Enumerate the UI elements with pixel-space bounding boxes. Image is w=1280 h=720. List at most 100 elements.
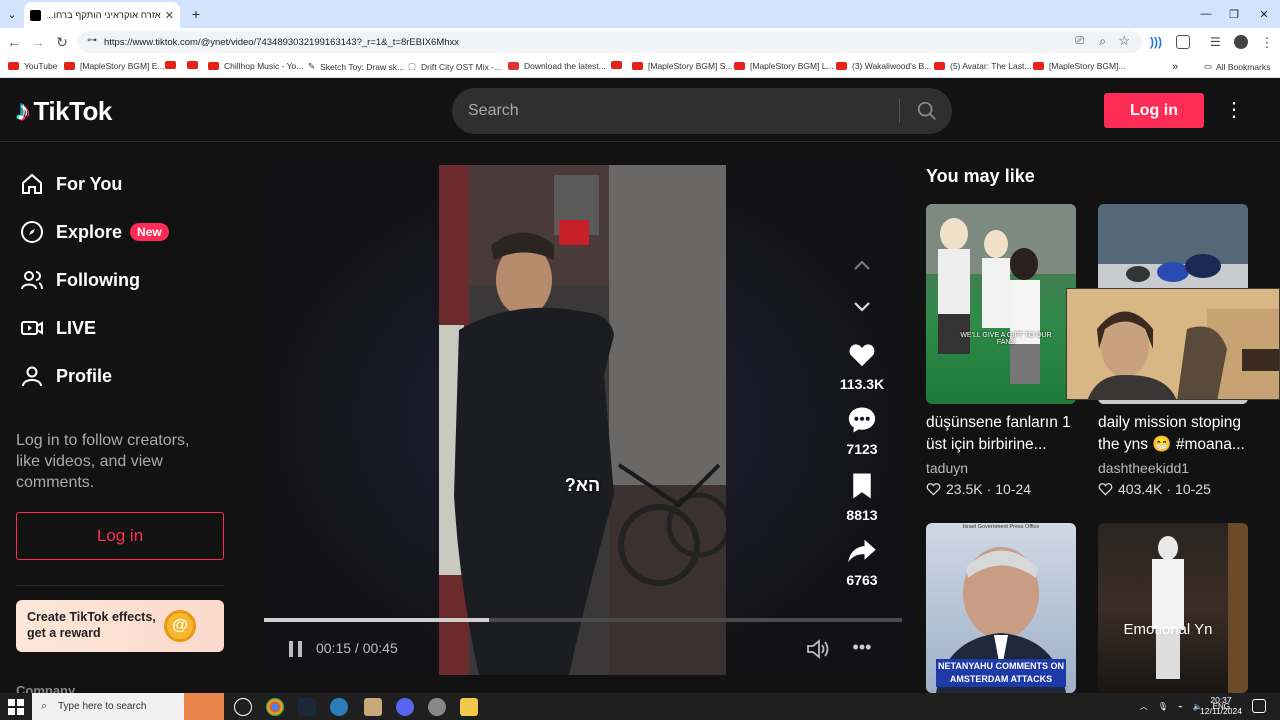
video-date: 10-24 [995, 481, 1032, 497]
profile-avatar-icon[interactable] [1234, 35, 1248, 49]
site-info-icon[interactable]: ⊶ [87, 35, 97, 46]
zoom-icon[interactable]: ⌕ [1099, 34, 1106, 49]
login-button[interactable]: Log in [1104, 93, 1204, 128]
share-button[interactable]: 6763 [832, 536, 892, 588]
all-bookmarks[interactable]: ▭ All Bookmarks [1204, 61, 1270, 72]
effect-coin-icon: @ [164, 610, 196, 642]
youtube-icon [187, 61, 198, 69]
video-title: daily mission stoping the yns 😁 #moana..… [1098, 414, 1245, 453]
video-progress-fill [264, 618, 490, 622]
app-taskbar-icon[interactable] [364, 698, 382, 716]
video-author[interactable]: dashtheekidd1 [1098, 460, 1248, 476]
taskbar-search-input[interactable]: ⌕ Type here to search [32, 693, 224, 720]
search-placeholder: Search [468, 102, 519, 119]
recommended-video-card[interactable]: Emotional Yn [1098, 523, 1248, 693]
video-progress-bar[interactable] [264, 618, 902, 622]
search-icon[interactable] [916, 100, 938, 122]
bookmarks-overflow-icon[interactable]: » [1172, 61, 1178, 73]
notifications-icon[interactable] [1252, 699, 1266, 713]
taskbar-clock[interactable]: 20:37 12/11/2024 [1196, 695, 1246, 717]
bookmark-item[interactable]: [MapleStory BGM] E... [64, 61, 165, 71]
video-thumbnail: Emotional Yn [1098, 523, 1248, 693]
bookmark-item[interactable]: ▢ Drift City OST Mix -... [408, 61, 501, 72]
extension-wave-icon[interactable]: ))) [1150, 35, 1164, 49]
comment-button[interactable]: 7123 [832, 405, 892, 457]
more-options-icon[interactable]: ⋮ [1224, 98, 1244, 124]
network-icon[interactable]: ⌁ [1178, 702, 1183, 711]
sidebar-item-following[interactable]: Following [20, 268, 140, 292]
sketch-icon: ✎ [308, 61, 316, 71]
volume-icon[interactable] [806, 638, 830, 660]
browser-tab[interactable]: אזרח אוקראיני הותקף ברחו... ✕ [24, 2, 180, 28]
bookmark-item[interactable]: (3) Wakaliwood's B... [836, 61, 931, 71]
save-button[interactable]: 8813 [832, 471, 892, 523]
webcam-image [1067, 289, 1279, 399]
thumbnail-image [1152, 523, 1248, 693]
reload-icon[interactable]: ↻ [54, 34, 70, 50]
effects-banner[interactable]: Create TikTok effects, get a reward @ [16, 600, 224, 652]
close-tab-icon[interactable]: ✕ [165, 9, 174, 22]
steam-taskbar-icon[interactable] [298, 698, 316, 716]
next-video-icon[interactable] [848, 292, 876, 320]
video-thumbnail: WE'LL GIVE A GIFT TO OUR FANS [926, 204, 1076, 404]
comment-count: 7123 [846, 441, 878, 457]
like-button[interactable]: 113.3K [832, 340, 892, 392]
video-author[interactable]: taduyn [926, 460, 1076, 476]
pause-icon[interactable] [287, 639, 305, 659]
bookmark-item[interactable]: Download the latest... [508, 61, 606, 71]
live-icon [21, 321, 43, 335]
youtube-icon [208, 62, 219, 70]
youtube-icon [611, 61, 622, 69]
previous-video-icon[interactable] [848, 252, 876, 280]
video-thumbnail: Israel Government Press Office NETANYAHU… [926, 523, 1076, 693]
cast-icon[interactable]: ⎚ [1075, 35, 1084, 48]
microphone-icon[interactable]: 🎙 [1158, 702, 1168, 711]
restore-icon[interactable]: ❐ [1218, 0, 1250, 28]
search-input[interactable]: Search [452, 88, 952, 134]
windows-start-icon[interactable] [8, 699, 24, 715]
back-icon[interactable]: ← [6, 34, 22, 50]
new-tab-button[interactable]: + [180, 0, 212, 28]
forward-icon[interactable]: → [30, 34, 46, 50]
tiktok-logo[interactable]: ♪ TikTok [16, 95, 112, 127]
chrome-menu-icon[interactable]: ⋮ [1260, 35, 1274, 50]
app-taskbar-icon[interactable] [330, 698, 348, 716]
bookmark-item[interactable]: [MapleStory BGM] S... [632, 61, 733, 71]
video-more-icon[interactable]: ••• [848, 638, 876, 660]
sidebar-item-for-you[interactable]: For You [20, 172, 122, 196]
recommended-video-card[interactable]: Israel Government Press Office NETANYAHU… [926, 523, 1076, 693]
recommended-video-card[interactable]: WE'LL GIVE A GIFT TO OUR FANS düşünsene … [926, 204, 1076, 497]
chrome-taskbar-icon[interactable] [266, 698, 284, 716]
video-container[interactable]: ?הא [264, 165, 904, 675]
close-window-icon[interactable]: ✕ [1248, 0, 1280, 28]
bookmark-item[interactable]: (5) Avatar: The Last... [934, 61, 1031, 71]
sidebar-item-profile[interactable]: Profile [20, 364, 112, 388]
home-icon [22, 173, 42, 194]
sidebar-item-live[interactable]: LIVE [20, 316, 96, 340]
tray-overflow-icon[interactable]: ︿ [1140, 701, 1148, 712]
app-taskbar-icon[interactable] [428, 698, 446, 716]
download-icon [508, 62, 519, 70]
bookmark-item[interactable] [611, 61, 627, 69]
bookmark-item[interactable]: [MapleStory BGM]... [1033, 61, 1126, 71]
bookmark-item[interactable] [187, 61, 203, 69]
sidebar-login-button[interactable]: Log in [16, 512, 224, 560]
bookmark-item[interactable]: ✎ Sketch Toy: Draw sk... [308, 61, 404, 72]
heart-outline-icon [926, 483, 941, 496]
task-view-icon[interactable] [234, 698, 252, 716]
address-bar[interactable]: ⊶ https://www.tiktok.com/@ynet/video/743… [78, 31, 1142, 53]
bookmark-icon [853, 473, 871, 499]
heart-outline-icon [1098, 483, 1113, 496]
video-player[interactable]: ?הא [439, 165, 726, 675]
tab-search-icon[interactable]: ⌄ [0, 0, 24, 28]
bookmark-item[interactable]: YouTube [8, 61, 57, 71]
file-explorer-icon[interactable] [460, 698, 478, 716]
bookmark-item[interactable]: Chillhop Music - Yo... [208, 61, 303, 71]
sidebar-item-explore[interactable]: Explore New [20, 220, 169, 244]
bookmark-item[interactable] [165, 61, 181, 69]
reading-list-icon[interactable]: ☰ [1210, 35, 1224, 49]
bookmark-item[interactable]: [MapleStory BGM] L... [734, 61, 834, 71]
extensions-icon[interactable] [1176, 35, 1190, 49]
bookmark-star-icon[interactable]: ☆ [1118, 33, 1130, 49]
discord-taskbar-icon[interactable] [396, 698, 414, 716]
